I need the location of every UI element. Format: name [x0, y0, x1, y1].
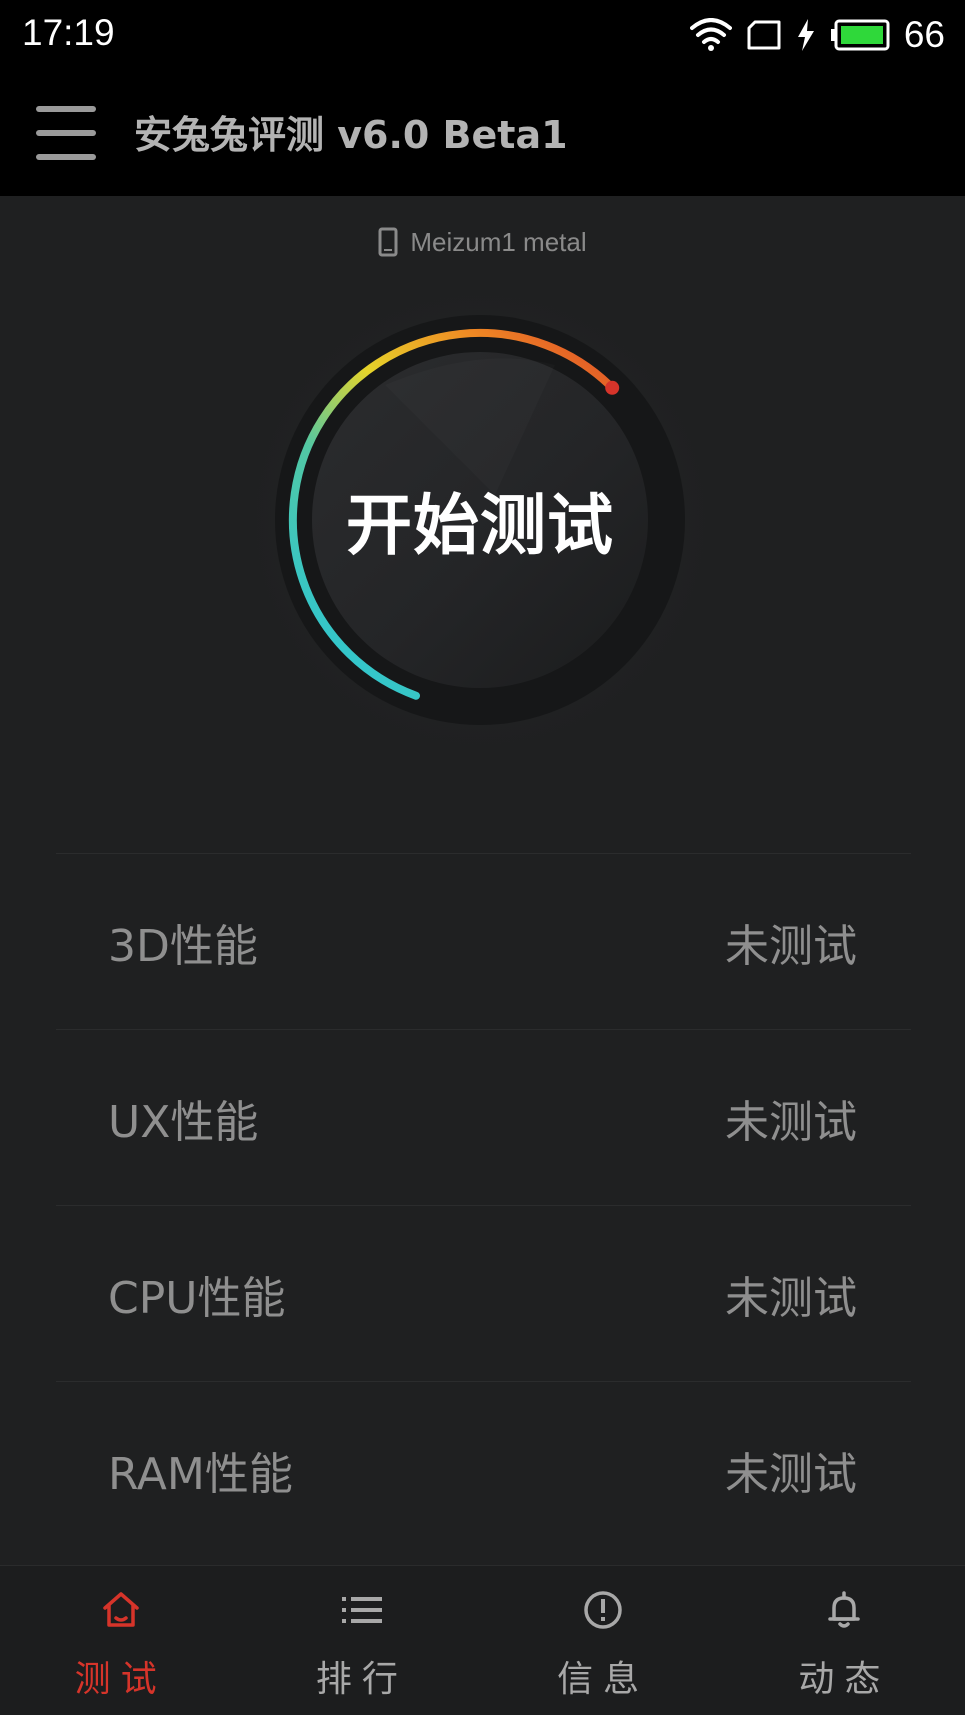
start-test-label[interactable]: 开始测试 — [245, 285, 715, 755]
list-icon — [341, 1597, 382, 1623]
result-status: 未测试 — [725, 920, 857, 972]
nav-label: 排行 — [315, 1659, 408, 1700]
results-list: 3D性能 未测试 UX性能 未测试 CPU性能 未测试 RAM性能 未测试 — [56, 853, 911, 1557]
device-label: Meizum1 metal — [0, 224, 965, 260]
result-name: 3D性能 — [108, 920, 258, 972]
nav-label: 测试 — [74, 1659, 167, 1700]
result-name: CPU性能 — [108, 1272, 286, 1324]
status-bar: 17:19 66 — [0, 0, 965, 70]
nav-tab-info[interactable]: 信息 — [483, 1566, 724, 1715]
app-title: 安兔兔评测 v6.0 Beta1 — [134, 113, 568, 157]
nav-tab-test[interactable]: 测试 — [0, 1566, 241, 1715]
nav-label: 动态 — [798, 1659, 891, 1700]
result-row-ram: RAM性能 未测试 — [56, 1381, 911, 1557]
battery-icon — [830, 19, 890, 51]
status-icons: 66 — [689, 12, 945, 58]
app-bar: 安兔兔评测 v6.0 Beta1 — [0, 70, 965, 196]
wifi-icon — [689, 18, 732, 51]
bolt-icon — [797, 19, 814, 51]
home-icon — [102, 1592, 139, 1627]
nav-tab-news[interactable]: 动态 — [724, 1566, 965, 1715]
result-name: UX性能 — [108, 1096, 259, 1148]
result-row-ux: UX性能 未测试 — [56, 1029, 911, 1205]
result-name: RAM性能 — [108, 1448, 293, 1500]
bottom-nav: 测试 排行 信息 动态 — [0, 1565, 965, 1715]
hamburger-menu-icon[interactable] — [36, 106, 96, 160]
result-row-cpu: CPU性能 未测试 — [56, 1205, 911, 1381]
result-status: 未测试 — [725, 1448, 857, 1500]
nav-tab-rank[interactable]: 排行 — [241, 1566, 482, 1715]
nav-label: 信息 — [557, 1659, 650, 1700]
result-status: 未测试 — [725, 1272, 857, 1324]
result-row-3d: 3D性能 未测试 — [56, 853, 911, 1029]
device-name: Meizum1 metal — [410, 226, 587, 257]
start-test-gauge[interactable]: 开始测试 — [245, 285, 715, 755]
bell-icon — [828, 1591, 861, 1628]
info-icon — [584, 1591, 622, 1629]
battery-level: 66 — [903, 14, 945, 55]
sim-card-icon — [747, 20, 781, 50]
status-time: 17:19 — [22, 12, 115, 53]
result-status: 未测试 — [725, 1096, 857, 1148]
phone-icon — [378, 227, 398, 257]
